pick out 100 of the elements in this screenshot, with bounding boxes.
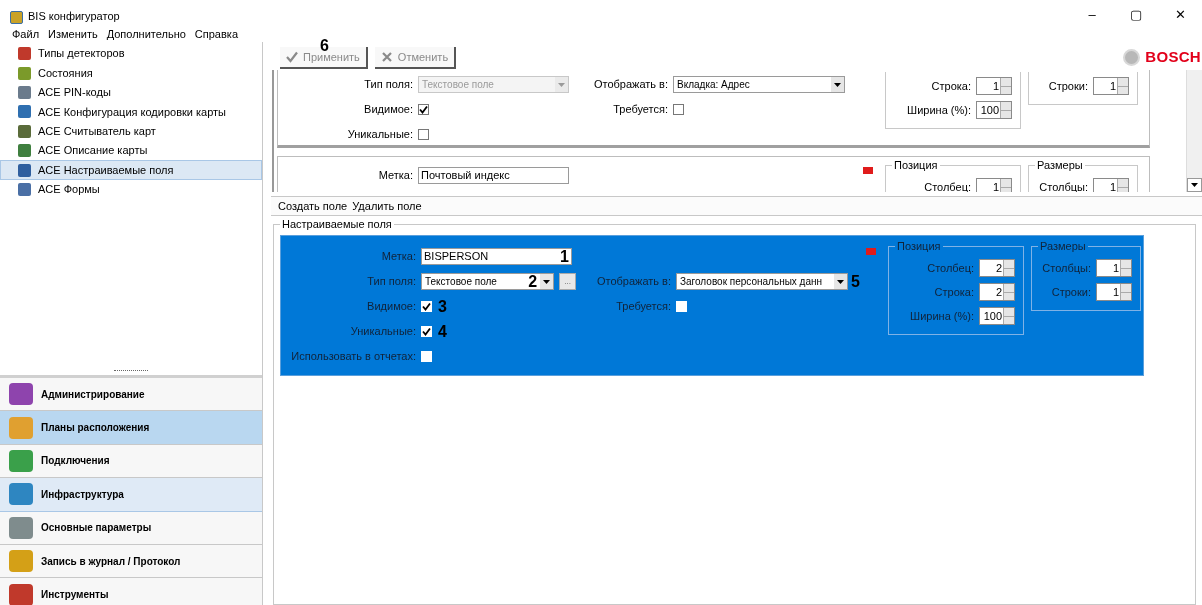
record-panel[interactable]: Метка: Почтовый индекс Позиция Столбец: 1 Размеры Столбцы: 1 (277, 156, 1150, 192)
app-icon (10, 11, 23, 24)
field-label: Ширина (%): (910, 308, 975, 324)
spin-arrows-icon (1117, 78, 1128, 94)
checkbox[interactable] (673, 104, 684, 115)
field-label: Тип поля: (363, 77, 414, 93)
nav-button[interactable]: Основные параметры (0, 511, 262, 545)
nav-button[interactable]: Администрирование (0, 378, 262, 412)
field-label: Требуется: (612, 102, 669, 118)
menu-item[interactable]: Изменить (48, 25, 98, 43)
nav-button[interactable]: Инфраструктура (0, 478, 262, 512)
tree-item[interactable]: Состояния (0, 63, 262, 83)
field-label: Строки: (1051, 284, 1092, 300)
caret-icon (834, 82, 841, 87)
tree-item[interactable]: ACE Конфигурация кодировки карты (0, 102, 262, 122)
field-label: Столбцы: (1042, 260, 1092, 276)
spin-box[interactable]: 100 (979, 307, 1015, 325)
nav-button[interactable]: Инструменты (0, 578, 262, 605)
field-label: Метка: (377, 168, 414, 184)
callout-number: 5 (851, 273, 860, 290)
field-label: Требуется: (615, 299, 672, 315)
nav-button[interactable]: Планы расположения (0, 411, 262, 445)
caret-icon (543, 279, 551, 284)
group-title: Позиция (892, 158, 940, 172)
field-label: Уникальные: (346, 127, 414, 143)
callout-number: 4 (438, 323, 447, 340)
minimize-button[interactable]: – (1070, 6, 1114, 24)
tree-item[interactable]: ACE Формы (0, 179, 262, 200)
text-field[interactable]: BISPERSON 1 (421, 248, 572, 265)
checkbox[interactable] (418, 104, 429, 115)
dropdown[interactable]: Вкладка: Адрес (673, 76, 845, 93)
field-label: Видимое: (363, 102, 414, 118)
spin-box[interactable]: 1 (976, 178, 1012, 192)
logo: BOSCH (1145, 47, 1201, 67)
spin-arrows-icon (1000, 179, 1011, 192)
dropdown[interactable]: Заголовок персональных данн (676, 273, 848, 290)
spin-arrows-icon (1117, 179, 1128, 192)
field-label: Использовать в отчетах: (290, 349, 417, 365)
nav-button[interactable]: Запись в журнал / Протокол (0, 544, 262, 579)
caret-icon (837, 279, 844, 284)
field-label: Столбец: (924, 179, 972, 192)
field-label: Отображать в: (595, 274, 672, 290)
spin-box[interactable]: 2 (979, 283, 1015, 301)
spin-box[interactable]: 2 (979, 259, 1015, 277)
record-panel[interactable] (280, 235, 1144, 376)
menu-item[interactable]: Справка (194, 25, 238, 43)
spin-box[interactable]: 1 (1096, 283, 1132, 301)
field-label: Метка: (380, 249, 417, 265)
group-title: Размеры (1038, 239, 1088, 253)
tree-item[interactable]: ACE Описание карты (0, 140, 262, 161)
close-icon (380, 51, 393, 63)
field-label: Столбцы: (1039, 179, 1089, 192)
toolbar-button[interactable]: Удалить поле (352, 197, 422, 215)
more-button[interactable]: ... (559, 273, 576, 290)
spin-box[interactable]: 1 (1093, 178, 1129, 192)
field-label: Отображать в: (592, 77, 669, 93)
field-label: Видимое: (366, 299, 417, 315)
spin-arrows-icon (1003, 260, 1014, 276)
spin-arrows-icon (1000, 102, 1011, 118)
tree-item[interactable]: ACE Настраиваемые поля (0, 160, 262, 180)
group-title: Размеры (1035, 158, 1085, 172)
spin-arrows-icon (1120, 260, 1131, 276)
menu-item[interactable]: Файл (12, 25, 40, 43)
spin-arrows-icon (1000, 78, 1011, 94)
field-label: Уникальные: (349, 324, 417, 340)
callout-number: 3 (438, 298, 447, 315)
field-label: Столбец: (927, 260, 975, 276)
text-field[interactable]: Почтовый индекс (418, 167, 569, 184)
scrollbar[interactable] (1186, 70, 1202, 192)
spin-arrows-icon (1120, 284, 1131, 300)
spin-box[interactable]: 100 (976, 101, 1012, 119)
checkbox[interactable] (421, 301, 432, 312)
nav-button[interactable]: Подключения (0, 444, 262, 479)
checkbox[interactable] (421, 326, 432, 337)
window-title: BIS конфигуратор (28, 8, 120, 24)
dropdown[interactable]: Текстовое поле 2 (421, 273, 555, 290)
caret-icon (558, 82, 565, 87)
group-title: Настраиваемые поля (280, 217, 394, 231)
group-title: Позиция (895, 239, 943, 253)
spin-arrows-icon (1003, 308, 1014, 324)
restore-button[interactable]: ▢ (1114, 6, 1158, 24)
spin-box[interactable]: 1 (1093, 77, 1129, 95)
callout-number: 1 (560, 248, 569, 265)
field-label: Строка: (934, 284, 975, 300)
scroll-down-icon (1191, 183, 1198, 187)
tree-item[interactable]: Типы детекторов (0, 44, 262, 64)
close-button[interactable]: ✕ (1158, 6, 1202, 24)
spin-box[interactable]: 1 (1096, 259, 1132, 277)
field-label: Ширина (%): (907, 102, 972, 118)
tree-item[interactable]: ACE PIN-коды (0, 82, 262, 103)
checkbox[interactable] (418, 129, 429, 140)
field-label: Тип поля: (366, 274, 417, 290)
field-label: Строки: (1048, 78, 1089, 94)
menu-item[interactable]: Дополнительно (106, 25, 186, 43)
check-icon (286, 51, 298, 63)
toolbar-button[interactable]: Создать поле (278, 197, 348, 215)
tree-item[interactable]: ACE Считыватель карт (0, 121, 262, 141)
spin-box[interactable]: 1 (976, 77, 1012, 95)
spin-arrows-icon (1003, 284, 1014, 300)
logo-icon (1123, 48, 1141, 66)
